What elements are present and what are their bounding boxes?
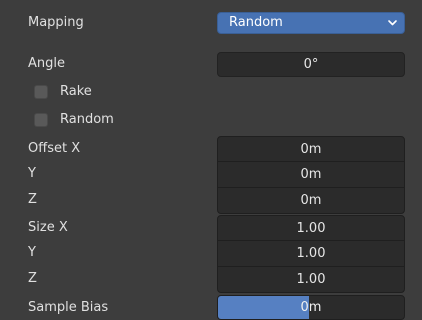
size-fields: 1.00 1.00 1.00: [217, 215, 405, 293]
size-x-field[interactable]: 1.00: [217, 215, 405, 241]
random-label: Random: [60, 112, 114, 127]
mapping-dropdown[interactable]: Random: [217, 12, 405, 34]
offset-fields: 0m 0m 0m: [217, 136, 405, 214]
texture-mapping-panel: Mapping Random Angle 0° Rake Random Offs…: [0, 0, 422, 320]
size-y-label: Y: [28, 245, 36, 260]
chevron-down-icon: [388, 20, 397, 26]
angle-field[interactable]: 0°: [217, 52, 405, 77]
random-checkbox[interactable]: [34, 113, 48, 127]
size-z-label: Z: [28, 271, 37, 286]
sample-bias-label: Sample Bias: [28, 300, 109, 315]
offset-y-label: Y: [28, 166, 36, 181]
mapping-value: Random: [229, 15, 283, 30]
offset-x-field[interactable]: 0m: [217, 136, 405, 162]
angle-label: Angle: [28, 56, 65, 71]
sample-bias-value: 0m: [300, 300, 322, 315]
size-x-label: Size X: [28, 220, 68, 235]
offset-z-field[interactable]: 0m: [217, 188, 405, 214]
rake-label: Rake: [60, 84, 92, 99]
offset-z-label: Z: [28, 192, 37, 207]
size-y-field[interactable]: 1.00: [217, 241, 405, 267]
offset-y-field[interactable]: 0m: [217, 162, 405, 188]
rake-checkbox[interactable]: [34, 85, 48, 99]
sample-bias-slider[interactable]: 0m: [217, 295, 405, 320]
size-z-field[interactable]: 1.00: [217, 267, 405, 293]
mapping-label: Mapping: [28, 15, 84, 30]
offset-x-label: Offset X: [28, 141, 81, 156]
